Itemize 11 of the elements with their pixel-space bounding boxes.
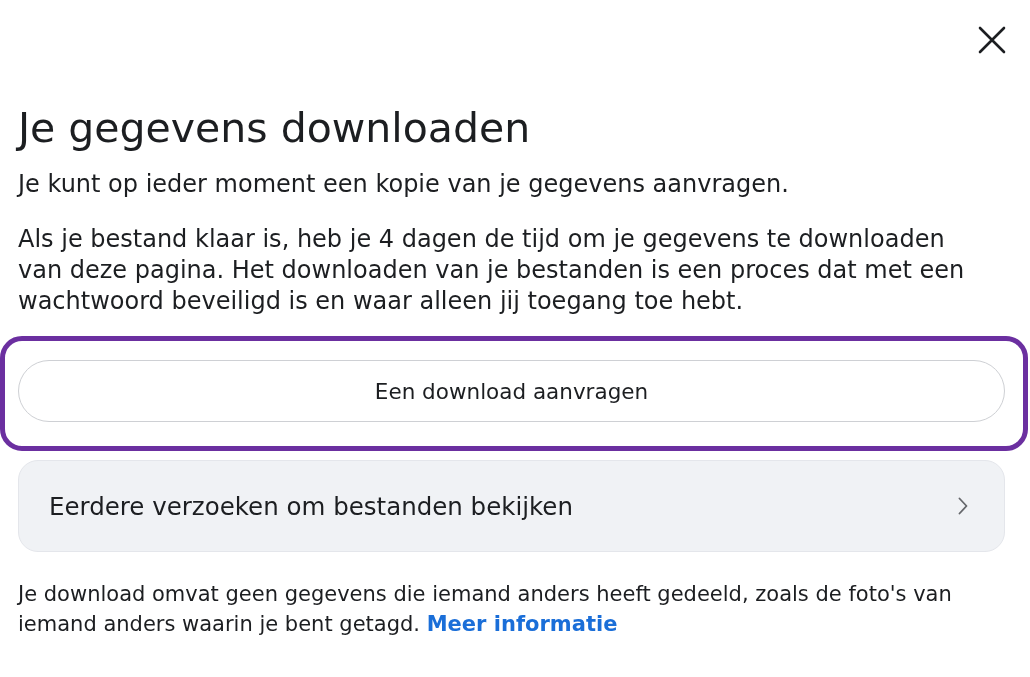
request-download-button[interactable]: Een download aanvragen bbox=[18, 360, 1005, 422]
intro-text: Je kunt op ieder moment een kopie van je gegevens aanvragen. bbox=[18, 169, 790, 200]
more-info-link[interactable]: Meer informatie bbox=[426, 612, 618, 636]
footnote-text: Je download omvat geen gegevens die iemand anders heeft gedeeld, zoals de foto's van iemand anders waarin je bent getagd. Meer informatie bbox=[18, 581, 953, 638]
history-row[interactable]: Eerdere verzoeken om bestanden bekijken bbox=[18, 460, 1005, 552]
chevron-right-icon bbox=[958, 497, 968, 515]
close-icon bbox=[978, 26, 1006, 54]
close-button[interactable] bbox=[978, 26, 1006, 54]
dialog-title: Je gegevens downloaden bbox=[18, 103, 532, 153]
history-label: Eerdere verzoeken om bestanden bekijken bbox=[49, 491, 573, 521]
description-text: Als je bestand klaar is, heb je 4 dagen de tijd om je gegevens te downloaden van deze pagina. Het downloaden van je bestanden is een proces dat met een wachtwoord beveiligd is en waar alleen jij toegang toe hebt. bbox=[18, 224, 966, 317]
